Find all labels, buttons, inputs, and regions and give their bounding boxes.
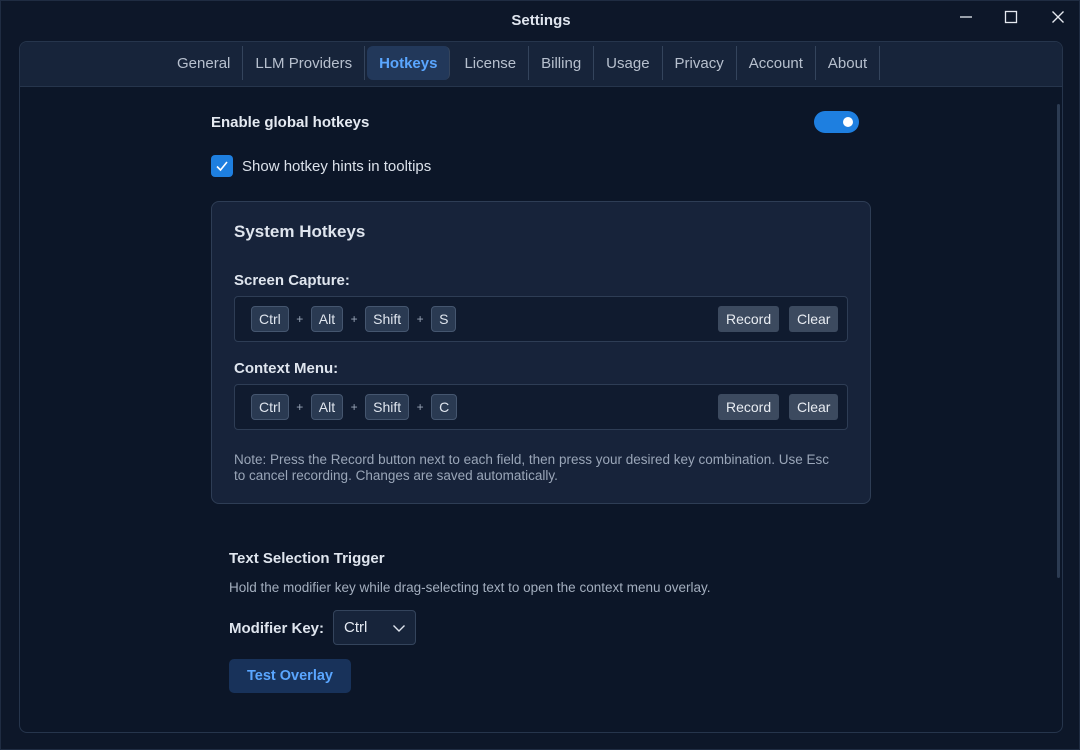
key-chip: Alt [310, 306, 344, 332]
minimize-button[interactable] [946, 5, 986, 29]
modifier-key-select[interactable]: Ctrl [333, 610, 416, 645]
context-menu-clear-button[interactable]: Clear [789, 394, 839, 420]
global-hotkeys-label: Enable global hotkeys [211, 114, 370, 131]
tab-hotkeys[interactable]: Hotkeys [367, 46, 451, 80]
key-chip: C [431, 394, 458, 420]
maximize-button[interactable] [991, 5, 1031, 29]
scrollbar[interactable] [1057, 104, 1060, 578]
tab-llm-providers[interactable]: LLM Providers [243, 46, 366, 80]
tab-account[interactable]: Account [737, 46, 816, 80]
key-chip: Ctrl [251, 394, 289, 420]
hints-checkbox[interactable] [211, 155, 233, 177]
context-menu-keys: Ctrl + Alt + Shift + C [251, 394, 458, 420]
context-menu-label: Context Menu: [234, 360, 339, 377]
plus-separator: + [350, 312, 358, 326]
settings-window: Settings General LLM Providers Hotkeys L… [0, 0, 1080, 750]
close-icon [1052, 11, 1064, 23]
plus-separator: + [350, 400, 358, 414]
screen-capture-label: Screen Capture: [234, 272, 350, 289]
minimize-icon [960, 16, 972, 18]
plus-separator: + [296, 312, 304, 326]
tab-list: General LLM Providers Hotkeys License Bi… [174, 46, 881, 80]
screen-capture-hotkey-field[interactable]: Ctrl + Alt + Shift + S Record Clear [234, 296, 848, 342]
tab-about[interactable]: About [816, 46, 881, 80]
system-hotkeys-title: System Hotkeys [234, 222, 366, 241]
text-selection-title: Text Selection Trigger [229, 550, 385, 567]
screen-capture-record-button[interactable]: Record [718, 306, 780, 332]
toggle-knob [843, 117, 853, 127]
key-chip: Alt [310, 394, 344, 420]
hints-label: Show hotkey hints in tooltips [242, 157, 432, 175]
test-overlay-button[interactable]: Test Overlay [229, 659, 351, 693]
context-menu-hotkey-field[interactable]: Ctrl + Alt + Shift + C Record Clear [234, 384, 848, 430]
plus-separator: + [416, 312, 424, 326]
key-chip: Ctrl [251, 306, 289, 332]
hotkeys-note: Note: Press the Record button next to ea… [234, 452, 830, 483]
context-menu-record-button[interactable]: Record [718, 394, 780, 420]
plus-separator: + [416, 400, 424, 414]
key-chip: S [431, 306, 457, 332]
modifier-key-value: Ctrl [344, 619, 368, 636]
title-bar: Settings [1, 1, 1080, 41]
tab-bar: General LLM Providers Hotkeys License Bi… [20, 42, 1062, 87]
chevron-down-icon [393, 625, 405, 632]
tab-privacy[interactable]: Privacy [663, 46, 737, 80]
key-chip: Shift [365, 394, 410, 420]
hints-row: Show hotkey hints in tooltips [211, 155, 431, 177]
tab-license[interactable]: License [452, 46, 530, 80]
system-hotkeys-card: System Hotkeys Screen Capture: Ctrl + Al… [211, 201, 871, 504]
global-hotkeys-row: Enable global hotkeys [211, 111, 859, 136]
global-hotkeys-toggle[interactable] [814, 111, 859, 133]
window-title: Settings [511, 12, 571, 29]
text-selection-description: Hold the modifier key while drag-selecti… [229, 580, 711, 595]
screen-capture-keys: Ctrl + Alt + Shift + S [251, 306, 457, 332]
settings-panel: General LLM Providers Hotkeys License Bi… [19, 41, 1063, 733]
plus-separator: + [296, 400, 304, 414]
checkmark-icon [216, 161, 228, 172]
key-chip: Shift [365, 306, 410, 332]
tab-usage[interactable]: Usage [594, 46, 663, 80]
tab-billing[interactable]: Billing [529, 46, 595, 80]
screen-capture-clear-button[interactable]: Clear [789, 306, 839, 332]
close-button[interactable] [1038, 5, 1078, 29]
modifier-key-label: Modifier Key: [229, 620, 325, 637]
tab-general[interactable]: General [174, 46, 244, 80]
maximize-icon [1004, 10, 1018, 24]
